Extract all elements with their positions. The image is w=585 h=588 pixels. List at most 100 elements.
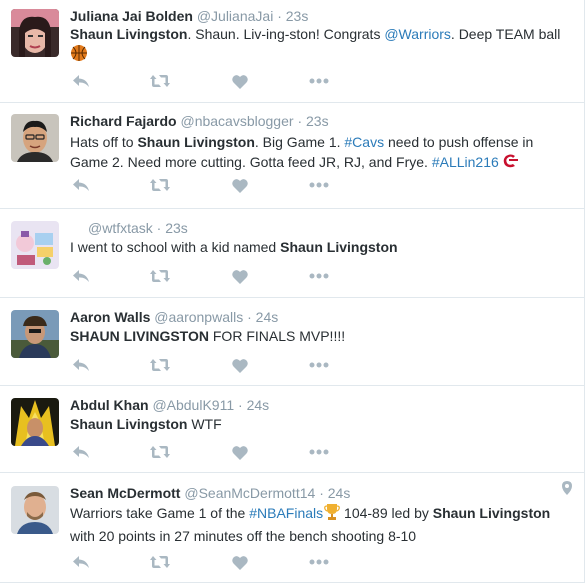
- mention-name: Shaun Livingston: [70, 26, 188, 42]
- reply-icon[interactable]: [70, 175, 92, 195]
- more-icon[interactable]: [308, 175, 330, 195]
- tweet-header: Sean McDermott @SeanMcDermott14 · 24s: [70, 484, 350, 502]
- tweet-text: Shaun Livingston WTF: [70, 414, 572, 434]
- reply-icon[interactable]: [70, 266, 92, 286]
- fullname[interactable]: Abdul Khan: [70, 397, 149, 413]
- more-icon[interactable]: [308, 266, 330, 286]
- tweet-header: Juliana Jai Bolden @JulianaJai · 23s: [70, 7, 308, 25]
- like-icon[interactable]: [229, 266, 251, 286]
- more-icon[interactable]: [308, 71, 330, 91]
- handle[interactable]: @AbdulK911: [152, 397, 234, 413]
- retweet-icon[interactable]: [149, 71, 171, 91]
- tweet-actions: [70, 175, 350, 195]
- mention-name: Shaun Livingston: [432, 505, 551, 522]
- text-segment: Hats off to: [70, 134, 138, 150]
- timestamp[interactable]: 24s: [328, 485, 351, 501]
- tweet-text: Shaun Livingston. Shaun. Liv-ing-ston! C…: [70, 24, 572, 67]
- handle[interactable]: @JulianaJai: [197, 8, 273, 24]
- retweet-icon[interactable]: [149, 175, 171, 195]
- trophy-icon: [324, 503, 341, 526]
- basketball-icon: [70, 44, 88, 67]
- fullname[interactable]: Sean McDermott: [70, 485, 180, 501]
- more-icon[interactable]: [308, 552, 330, 572]
- separator: ·: [247, 309, 252, 325]
- mention-name: Shaun Livingston: [280, 239, 398, 255]
- avatar[interactable]: [11, 310, 59, 358]
- hashtag-link[interactable]: #ALLin216: [432, 154, 499, 170]
- like-icon[interactable]: [229, 355, 251, 375]
- text-segment: . Shaun. Liv-ing-ston! Congrats: [187, 26, 385, 42]
- tweet-text: SHAUN LIVINGSTON FOR FINALS MVP!!!!: [70, 326, 572, 346]
- location-pin-icon[interactable]: [562, 481, 572, 500]
- tweet-actions: [70, 442, 350, 462]
- tweet-text: Hats off to Shaun Livingston. Big Game 1…: [70, 132, 572, 174]
- mention-name: Shaun Livingston: [137, 134, 255, 150]
- like-icon[interactable]: [229, 175, 251, 195]
- text-segment: . Big Game 1.: [254, 134, 345, 150]
- avatar[interactable]: [11, 398, 59, 446]
- handle[interactable]: @aaronpwalls: [154, 309, 243, 325]
- tweet-actions: [70, 355, 350, 375]
- avatar[interactable]: [11, 221, 59, 269]
- tweet[interactable]: Sean McDermott @SeanMcDermott14 · 24s Wa…: [0, 473, 584, 583]
- tweet[interactable]: Juliana Jai Bolden @JulianaJai · 23s Sha…: [0, 0, 584, 103]
- separator: ·: [238, 397, 243, 413]
- timestamp[interactable]: 24s: [256, 309, 279, 325]
- handle[interactable]: @SeanMcDermott14: [184, 485, 315, 501]
- text-segment: WTF: [187, 416, 222, 432]
- mention-name: Shaun Livingston: [70, 416, 188, 432]
- tweet-header: @wtfxtask · 23s: [88, 219, 188, 237]
- mention-link[interactable]: @Warriors: [384, 26, 451, 42]
- separator: ·: [319, 485, 324, 501]
- fullname[interactable]: Richard Fajardo: [70, 113, 177, 129]
- separator: ·: [297, 113, 303, 129]
- tweet[interactable]: Richard Fajardo @nbacavsblogger · 23s Ha…: [0, 103, 584, 209]
- tweet-header: Richard Fajardo @nbacavsblogger · 23s: [70, 112, 329, 130]
- retweet-icon[interactable]: [149, 552, 171, 572]
- cavs-logo-icon: [501, 153, 519, 174]
- tweet[interactable]: Aaron Walls @aaronpwalls · 24s SHAUN LIV…: [0, 298, 584, 386]
- hashtag-link[interactable]: #NBAFinals: [249, 505, 323, 521]
- separator: ·: [277, 8, 282, 24]
- tweet-actions: [70, 71, 350, 91]
- fullname[interactable]: Juliana Jai Bolden: [70, 8, 193, 24]
- retweet-icon[interactable]: [149, 355, 171, 375]
- timestamp[interactable]: 24s: [247, 397, 270, 413]
- reply-icon[interactable]: [70, 71, 92, 91]
- more-icon[interactable]: [308, 355, 330, 375]
- text-segment: I went to school with a kid named: [70, 239, 281, 255]
- retweet-icon[interactable]: [149, 266, 171, 286]
- tweet-text: Warriors take Game 1 of the #NBAFinals 1…: [70, 503, 572, 546]
- reply-icon[interactable]: [70, 355, 92, 375]
- text-segment: Warriors take Game 1 of the: [70, 505, 250, 522]
- text-segment: FOR FINALS MVP!!!!: [208, 328, 346, 344]
- reply-icon[interactable]: [70, 442, 92, 462]
- tweet-header: Aaron Walls @aaronpwalls · 24s: [70, 308, 278, 326]
- tweet[interactable]: Abdul Khan @AbdulK911 · 24s Shaun Living…: [0, 386, 584, 473]
- avatar[interactable]: [11, 114, 59, 162]
- timestamp[interactable]: 23s: [286, 8, 309, 24]
- timestamp[interactable]: 23s: [306, 113, 329, 129]
- like-icon[interactable]: [229, 552, 251, 572]
- tweet-text: I went to school with a kid named Shaun …: [70, 237, 572, 257]
- more-icon[interactable]: [308, 442, 330, 462]
- like-icon[interactable]: [229, 71, 251, 91]
- handle[interactable]: @wtfxtask: [88, 220, 153, 236]
- tweet-actions: [70, 266, 350, 286]
- retweet-icon[interactable]: [149, 442, 171, 462]
- avatar[interactable]: [11, 486, 59, 534]
- separator: ·: [156, 220, 162, 236]
- mention-name: SHAUN LIVINGSTON: [70, 328, 209, 344]
- hashtag-link[interactable]: #Cavs: [344, 134, 384, 150]
- text-segment: . Deep TEAM ball: [450, 26, 561, 42]
- text-segment: with 20 points in 27 minutes off the ben…: [70, 528, 417, 544]
- reply-icon[interactable]: [70, 552, 92, 572]
- text-segment: 104-89 led by: [340, 505, 433, 522]
- timestamp[interactable]: 23s: [165, 220, 188, 236]
- like-icon[interactable]: [229, 442, 251, 462]
- avatar[interactable]: [11, 9, 59, 57]
- handle[interactable]: @nbacavsblogger: [180, 113, 293, 129]
- tweet[interactable]: @wtfxtask · 23s I went to school with a …: [0, 209, 584, 298]
- fullname[interactable]: Aaron Walls: [70, 309, 150, 325]
- tweet-feed: Juliana Jai Bolden @JulianaJai · 23s Sha…: [0, 0, 585, 583]
